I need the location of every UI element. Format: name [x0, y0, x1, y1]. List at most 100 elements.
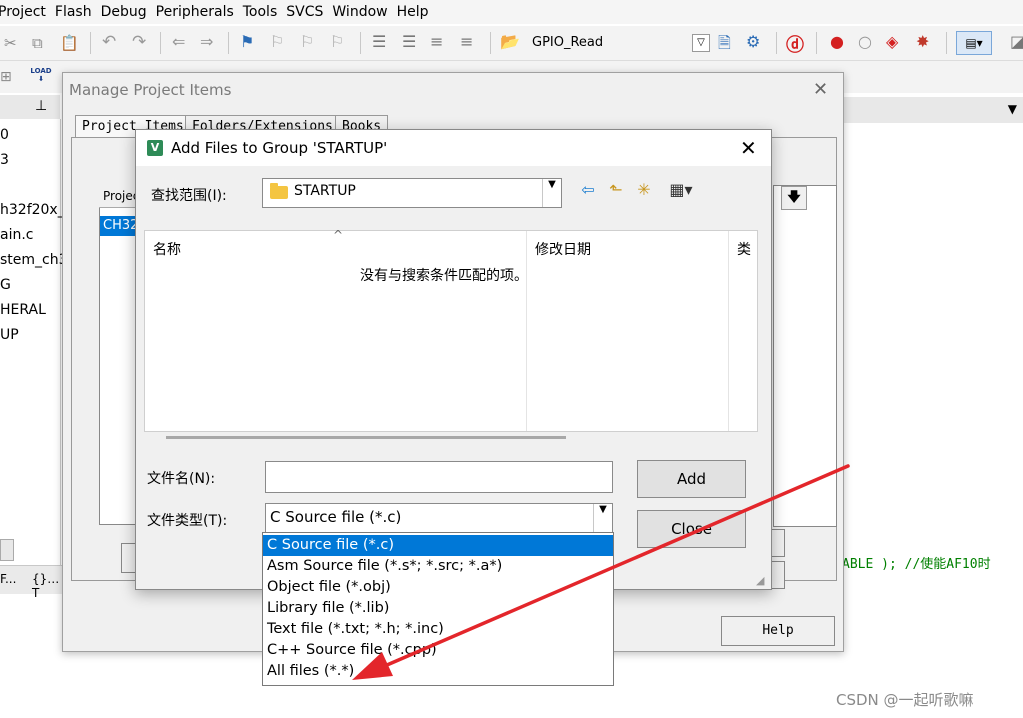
- menu-help[interactable]: Help: [397, 4, 438, 20]
- column-divider: [526, 231, 527, 431]
- menu-peripherals[interactable]: Peripherals: [156, 4, 243, 20]
- option-c-source[interactable]: C Source file (*.c): [263, 535, 613, 556]
- menu-window[interactable]: Window: [332, 4, 396, 20]
- close-button[interactable]: Close: [637, 510, 746, 548]
- help-button[interactable]: Help: [721, 616, 835, 646]
- column-type[interactable]: 类: [737, 239, 751, 259]
- bookmark-clear-icon[interactable]: ⚐: [330, 32, 348, 51]
- option-library-file[interactable]: Library file (*.lib): [263, 598, 613, 619]
- close-icon[interactable]: ✕: [740, 136, 757, 160]
- toolbar-separator: [490, 32, 491, 54]
- look-in-label: 查找范围(I):: [151, 188, 227, 204]
- up-folder-icon[interactable]: ⬑: [605, 179, 627, 201]
- load-label: LOAD: [30, 67, 52, 75]
- tree-item[interactable]: ain.c: [0, 227, 34, 243]
- main-toolbar: ✂ ⧉ 📋 ↶ ↷ ⇐ ⇒ ⚑ ⚐ ⚐ ⚐ ☰ ☰ ≡ ≡ 📂 GPIO_Rea…: [0, 26, 1023, 61]
- close-icon[interactable]: ✕: [813, 79, 828, 100]
- breakpoint-kill-icon[interactable]: ✸: [916, 32, 934, 51]
- column-name[interactable]: 名称: [153, 239, 181, 259]
- view-menu-icon[interactable]: ▦▾: [663, 179, 699, 201]
- target-dropdown-icon[interactable]: ▽: [692, 34, 710, 52]
- copy-icon[interactable]: ⧉: [32, 34, 50, 52]
- window-layout-icon[interactable]: ▤▾: [956, 31, 992, 55]
- toolbar-separator: [360, 32, 361, 54]
- option-asm-source[interactable]: Asm Source file (*.s*; *.src; *.a*): [263, 556, 613, 577]
- editor-tabs-header: ▼: [842, 97, 1023, 123]
- cut-icon[interactable]: ✂: [4, 34, 22, 52]
- tools-icon[interactable]: ◪: [1010, 32, 1023, 51]
- files-list[interactable]: [773, 185, 837, 527]
- menu-debug[interactable]: Debug: [101, 4, 156, 20]
- target-name[interactable]: GPIO_Read: [532, 35, 603, 50]
- tree-item[interactable]: UP: [0, 327, 19, 343]
- options-icon[interactable]: 🗎: [718, 32, 736, 52]
- sort-up-icon: ^: [333, 228, 344, 242]
- project-pane: 0 3 h32f20x_it. ain.c stem_ch3 G HERAL U…: [0, 119, 79, 565]
- breakpoint-icon[interactable]: ●: [830, 32, 848, 51]
- batch-build-icon[interactable]: ⊞: [0, 69, 18, 87]
- bookmark-next-icon[interactable]: ⚐: [300, 32, 318, 51]
- breakpoint-disable-all-icon[interactable]: ◈: [886, 32, 904, 51]
- bookmark-prev-icon[interactable]: ⚐: [270, 32, 288, 51]
- undo-icon[interactable]: ↶: [102, 32, 120, 52]
- resize-grip-icon[interactable]: ◢: [756, 574, 764, 587]
- load-icon[interactable]: LOAD ⬇: [30, 67, 52, 87]
- pin-icon[interactable]: ⊥: [35, 98, 47, 114]
- tree-item[interactable]: stem_ch3: [0, 252, 68, 268]
- menu-tools[interactable]: Tools: [243, 4, 287, 20]
- horizontal-scrollbar[interactable]: [166, 436, 566, 439]
- toolbar-separator: [946, 32, 947, 54]
- chevron-down-icon[interactable]: ▼: [593, 504, 612, 532]
- indent-icon[interactable]: ☰: [372, 32, 390, 51]
- tab-functions[interactable]: {}… T: [32, 572, 64, 600]
- paste-icon[interactable]: 📋: [60, 34, 79, 52]
- title-bar: V Add Files to Group 'STARTUP' ✕: [136, 130, 771, 166]
- tree-item[interactable]: 3: [0, 152, 9, 168]
- pane-scroll-button[interactable]: [0, 539, 14, 561]
- redo-icon[interactable]: ↷: [132, 32, 150, 52]
- option-text-file[interactable]: Text file (*.txt; *.h; *.inc): [263, 619, 613, 640]
- tree-item[interactable]: G: [0, 277, 11, 293]
- look-in-combo[interactable]: STARTUP ▼: [262, 178, 562, 208]
- new-folder-icon[interactable]: ✳: [633, 179, 655, 201]
- tree-item[interactable]: HERAL: [0, 302, 46, 318]
- empty-message: 没有与搜索条件匹配的项。: [360, 268, 528, 284]
- option-object-file[interactable]: Object file (*.obj): [263, 577, 613, 598]
- unindent-icon[interactable]: ☰: [402, 32, 420, 51]
- look-in-value: STARTUP: [294, 183, 356, 199]
- file-name-input[interactable]: [265, 461, 613, 493]
- bookmark-icon[interactable]: ⚑: [240, 32, 258, 51]
- comment-icon[interactable]: ≡: [430, 32, 448, 51]
- option-cpp-source[interactable]: C++ Source file (*.cpp): [263, 640, 613, 661]
- tab-project[interactable]: F...: [0, 572, 16, 586]
- nav-forward-icon[interactable]: ⇒: [200, 32, 218, 51]
- back-arrow-icon[interactable]: ⇦: [577, 179, 599, 201]
- breakpoint-disable-icon[interactable]: ○: [858, 32, 876, 51]
- add-button[interactable]: Add: [637, 460, 746, 498]
- toolbar-separator: [160, 32, 161, 54]
- column-modified-date[interactable]: 修改日期: [535, 239, 591, 259]
- project-pane-header: ⊥: [0, 95, 60, 120]
- column-divider: [728, 231, 729, 431]
- menu-svcs[interactable]: SVCS: [286, 4, 332, 20]
- keil-app-icon: V: [147, 140, 163, 156]
- manage-icon[interactable]: ⚙: [746, 32, 764, 51]
- option-all-files[interactable]: All files (*.*): [263, 661, 613, 682]
- file-list[interactable]: 名称 ^ 修改日期 类 没有与搜索条件匹配的项。: [144, 228, 758, 432]
- menu-flash[interactable]: Flash: [55, 4, 101, 20]
- menu-project[interactable]: Project: [0, 4, 55, 20]
- menu-bar: Project Flash Debug Peripherals Tools SV…: [0, 0, 1023, 24]
- tab-list-dropdown-icon[interactable]: ▼: [1008, 102, 1017, 116]
- file-type-dropdown: C Source file (*.c) Asm Source file (*.s…: [262, 532, 614, 686]
- dialog-title: Add Files to Group 'STARTUP': [171, 139, 388, 157]
- watermark: CSDN @一起听歌嘛: [836, 691, 974, 709]
- file-type-label: 文件类型(T):: [147, 513, 228, 529]
- find-in-files-icon[interactable]: 📂: [500, 32, 520, 51]
- tree-item[interactable]: 0: [0, 127, 9, 143]
- debug-session-icon[interactable]: ⓓ: [786, 31, 804, 56]
- nav-back-icon[interactable]: ⇐: [172, 32, 190, 51]
- move-down-button[interactable]: 🡇: [781, 186, 807, 210]
- uncomment-icon[interactable]: ≡: [460, 32, 478, 51]
- file-type-combo[interactable]: C Source file (*.c) ▼: [265, 503, 613, 533]
- chevron-down-icon[interactable]: ▼: [542, 179, 561, 207]
